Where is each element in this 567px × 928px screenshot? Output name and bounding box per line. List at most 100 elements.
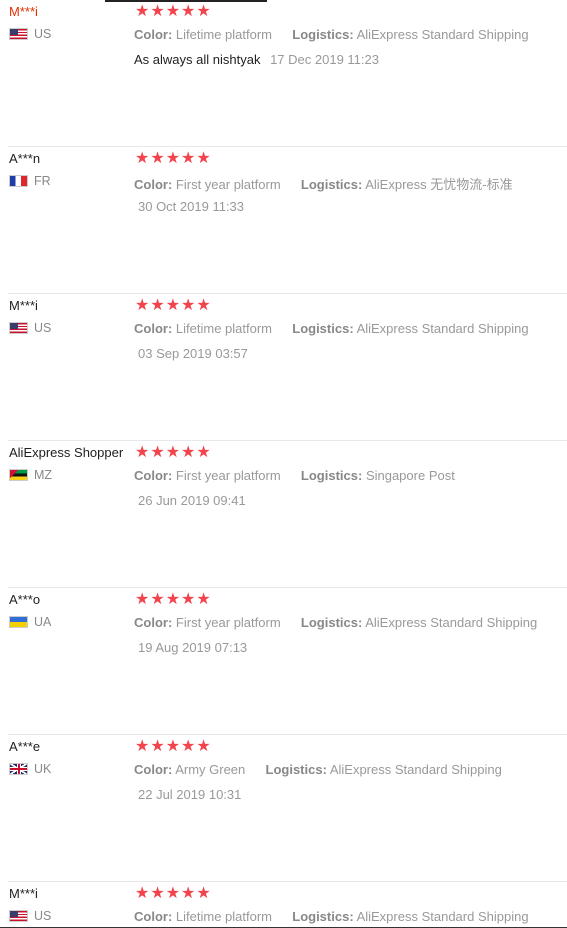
star-rating: ★ ★ ★ ★ ★ bbox=[135, 885, 211, 901]
logistics-label: Logistics: bbox=[292, 27, 354, 42]
star-icon: ★ bbox=[181, 1, 196, 20]
reviewer-country: US bbox=[9, 321, 51, 335]
review-item: M***i US ★ ★ ★ ★ ★ Color: Lifetime platform … bbox=[0, 0, 567, 147]
reviewer-country: UK bbox=[9, 762, 51, 776]
star-rating: ★ ★ ★ ★ ★ bbox=[135, 591, 211, 607]
star-icon: ★ bbox=[165, 1, 181, 20]
star-icon: ★ bbox=[196, 295, 211, 314]
star-icon: ★ bbox=[150, 736, 165, 755]
order-attributes: Color: First year platform Logistics: Si… bbox=[134, 468, 455, 483]
logistics-label: Logistics: bbox=[265, 762, 327, 777]
order-attributes: Color: Lifetime platform Logistics: AliE… bbox=[134, 321, 529, 336]
color-label: Color: bbox=[134, 177, 173, 192]
fr-flag-icon bbox=[9, 175, 28, 187]
color-value: First year platform bbox=[175, 468, 281, 483]
logistics-label: Logistics: bbox=[300, 177, 363, 192]
star-icon: ★ bbox=[150, 1, 165, 20]
color-label: Color: bbox=[134, 909, 173, 924]
order-attributes: Color: Army Green Logistics: AliExpress … bbox=[134, 762, 502, 777]
star-icon: ★ bbox=[135, 148, 150, 167]
star-icon: ★ bbox=[165, 736, 181, 755]
reviewer-name[interactable]: A***o bbox=[9, 592, 40, 607]
star-icon: ★ bbox=[196, 883, 211, 902]
color-label: Color: bbox=[134, 27, 173, 42]
reviewer-name[interactable]: M***i bbox=[9, 4, 38, 19]
review-item: A***o UA ★ ★ ★ ★ ★ Color: First year platfor… bbox=[0, 588, 567, 735]
color-label: Color: bbox=[134, 615, 173, 630]
star-icon: ★ bbox=[135, 1, 150, 20]
country-code: FR bbox=[34, 174, 51, 188]
color-label: Color: bbox=[134, 321, 173, 336]
color-value: First year platform bbox=[175, 615, 281, 630]
star-icon: ★ bbox=[135, 442, 150, 461]
star-icon: ★ bbox=[150, 589, 165, 608]
logistics-value: Singapore Post bbox=[365, 468, 455, 483]
reviewer-name[interactable]: A***e bbox=[9, 739, 40, 754]
color-label: Color: bbox=[134, 468, 173, 483]
reviewer-name[interactable]: M***i bbox=[9, 886, 38, 901]
star-rating: ★ ★ ★ ★ ★ bbox=[135, 738, 211, 754]
reviewer-name[interactable]: M***i bbox=[9, 298, 38, 313]
star-icon: ★ bbox=[150, 148, 165, 167]
country-code: US bbox=[34, 909, 52, 923]
star-rating: ★ ★ ★ ★ ★ bbox=[135, 297, 211, 313]
color-value: Lifetime platform bbox=[175, 909, 272, 924]
mz-flag-icon bbox=[9, 469, 28, 481]
country-code: UA bbox=[34, 615, 52, 629]
star-icon: ★ bbox=[150, 442, 165, 461]
country-code: MZ bbox=[34, 468, 53, 482]
logistics-value: AliExpress Standard Shipping bbox=[365, 615, 538, 630]
star-icon: ★ bbox=[165, 442, 181, 461]
logistics-label: Logistics: bbox=[292, 321, 354, 336]
star-icon: ★ bbox=[150, 883, 165, 902]
star-icon: ★ bbox=[181, 589, 196, 608]
reviewer-country: US bbox=[9, 909, 51, 923]
ua-flag-icon bbox=[9, 616, 28, 628]
color-label: Color: bbox=[134, 762, 173, 777]
review-date: 26 Jun 2019 09:41 bbox=[138, 493, 246, 508]
review-item: M***i US ★ ★ ★ ★ ★ Color: Lifetime platform … bbox=[0, 294, 567, 441]
us-flag-icon bbox=[9, 322, 28, 334]
review-item: A***n FR ★ ★ ★ ★ ★ Color: First year platfor… bbox=[0, 147, 567, 294]
us-flag-icon bbox=[9, 910, 28, 922]
review-text: As always all nishtyak bbox=[134, 52, 261, 67]
review-item: M***i US ★ ★ ★ ★ ★ Color: Lifetime platform … bbox=[0, 882, 567, 928]
reviewer-country: UA bbox=[9, 615, 51, 629]
star-icon: ★ bbox=[196, 736, 211, 755]
star-icon: ★ bbox=[181, 442, 196, 461]
review-item: A***e UK ★ ★ ★ ★ ★ Color: Army Green Logisti… bbox=[0, 735, 567, 882]
star-icon: ★ bbox=[165, 589, 181, 608]
logistics-label: Logistics: bbox=[300, 468, 363, 483]
reviewer-country: US bbox=[9, 27, 51, 41]
reviewer-name[interactable]: AliExpress Shopper bbox=[9, 445, 123, 460]
star-icon: ★ bbox=[165, 148, 181, 167]
star-icon: ★ bbox=[181, 736, 196, 755]
star-icon: ★ bbox=[165, 295, 181, 314]
review-feedback: As always all nishtyak 17 Dec 2019 11:23 bbox=[134, 52, 379, 67]
star-icon: ★ bbox=[181, 883, 196, 902]
us-flag-icon bbox=[9, 28, 28, 40]
star-icon: ★ bbox=[135, 589, 150, 608]
color-value: Lifetime platform bbox=[175, 27, 272, 42]
star-icon: ★ bbox=[196, 442, 211, 461]
logistics-value: AliExpress Standard Shipping bbox=[329, 762, 502, 777]
star-icon: ★ bbox=[196, 148, 211, 167]
star-icon: ★ bbox=[196, 589, 211, 608]
logistics-label: Logistics: bbox=[292, 909, 354, 924]
review-date: 03 Sep 2019 03:57 bbox=[138, 346, 248, 361]
reviewer-name[interactable]: A***n bbox=[9, 151, 40, 166]
star-rating: ★ ★ ★ ★ ★ bbox=[135, 3, 211, 19]
country-code: US bbox=[34, 321, 52, 335]
logistics-label: Logistics: bbox=[300, 615, 363, 630]
review-date: 17 Dec 2019 11:23 bbox=[270, 52, 379, 67]
order-attributes: Color: First year platform Logistics: Al… bbox=[134, 615, 537, 630]
star-icon: ★ bbox=[165, 883, 181, 902]
color-value: Lifetime platform bbox=[175, 321, 272, 336]
review-item: AliExpress Shopper MZ ★ ★ ★ ★ ★ Color: First… bbox=[0, 441, 567, 588]
logistics-value: AliExpress Standard Shipping bbox=[356, 27, 529, 42]
order-attributes: Color: Lifetime platform Logistics: AliE… bbox=[134, 909, 529, 924]
logistics-value: AliExpress 无忧物流-标准 bbox=[365, 177, 513, 192]
country-code: UK bbox=[34, 762, 52, 776]
uk-flag-icon bbox=[9, 763, 28, 775]
star-rating: ★ ★ ★ ★ ★ bbox=[135, 444, 211, 460]
